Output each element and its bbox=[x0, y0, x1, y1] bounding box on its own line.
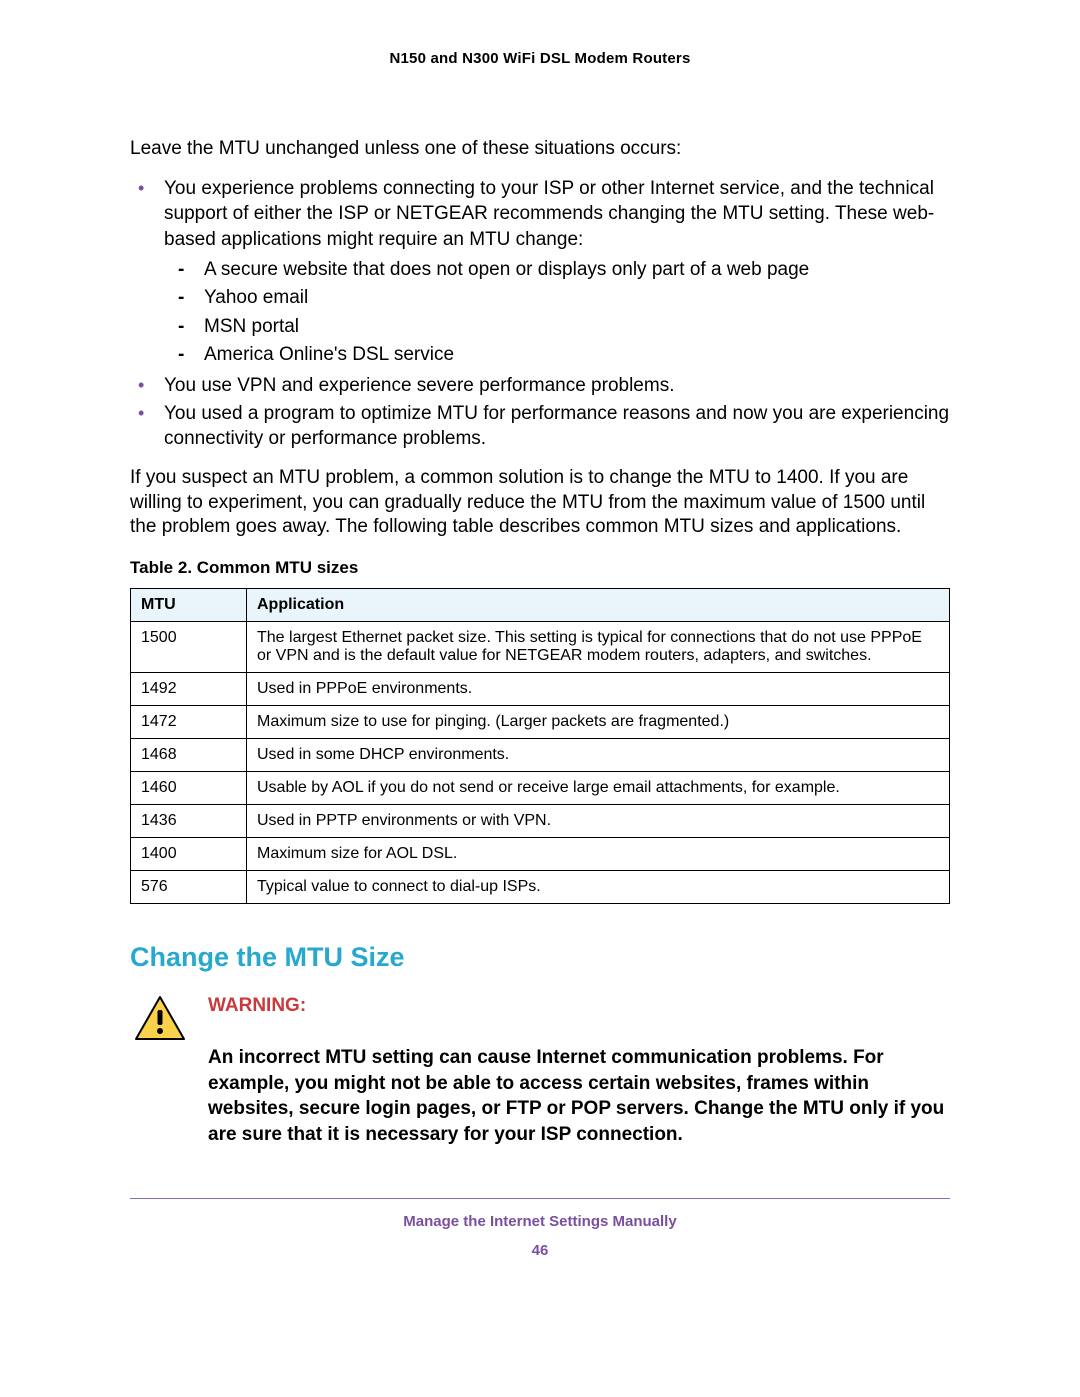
cell-app: Used in PPTP environments or with VPN. bbox=[247, 804, 950, 837]
table-header-mtu: MTU bbox=[131, 588, 247, 621]
cell-mtu: 1436 bbox=[131, 804, 247, 837]
list-item-text: You experience problems connecting to yo… bbox=[164, 178, 934, 250]
table-row: 1492 Used in PPPoE environments. bbox=[131, 672, 950, 705]
cell-mtu: 1400 bbox=[131, 837, 247, 870]
cell-mtu: 1500 bbox=[131, 621, 247, 672]
cell-mtu: 1492 bbox=[131, 672, 247, 705]
cell-app: Usable by AOL if you do not send or rece… bbox=[247, 771, 950, 804]
list-item: You use VPN and experience severe perfor… bbox=[160, 373, 950, 399]
sub-list-item: America Online's DSL service bbox=[200, 342, 950, 369]
table-row: 1436 Used in PPTP environments or with V… bbox=[131, 804, 950, 837]
warning-icon bbox=[134, 995, 186, 1046]
cell-mtu: 1460 bbox=[131, 771, 247, 804]
table-row: 1468 Used in some DHCP environments. bbox=[131, 738, 950, 771]
sub-list-item: Yahoo email bbox=[200, 285, 950, 312]
page-footer: Manage the Internet Settings Manually 46 bbox=[130, 1213, 950, 1259]
table-header-application: Application bbox=[247, 588, 950, 621]
table-row: 1460 Usable by AOL if you do not send or… bbox=[131, 771, 950, 804]
warning-text: An incorrect MTU setting can cause Inter… bbox=[208, 1045, 950, 1148]
sub-list-item: A secure website that does not open or d… bbox=[200, 257, 950, 284]
footer-page-number: 46 bbox=[130, 1242, 950, 1259]
sub-list-item: MSN portal bbox=[200, 314, 950, 341]
cell-app: Used in PPPoE environments. bbox=[247, 672, 950, 705]
cell-app: Used in some DHCP environments. bbox=[247, 738, 950, 771]
table-row: 1400 Maximum size for AOL DSL. bbox=[131, 837, 950, 870]
table-caption: Table 2. Common MTU sizes bbox=[130, 558, 950, 578]
warning-content: WARNING: An incorrect MTU setting can ca… bbox=[208, 995, 950, 1148]
mtu-table: MTU Application 1500 The largest Etherne… bbox=[130, 588, 950, 904]
document-page: N150 and N300 WiFi DSL Modem Routers Lea… bbox=[0, 0, 1080, 1299]
intro-paragraph: Leave the MTU unchanged unless one of th… bbox=[130, 137, 950, 162]
footer-divider bbox=[130, 1198, 950, 1199]
warning-label: WARNING: bbox=[208, 995, 950, 1017]
footer-section-title: Manage the Internet Settings Manually bbox=[130, 1213, 950, 1230]
section-heading-change-mtu: Change the MTU Size bbox=[130, 942, 950, 973]
cell-mtu: 576 bbox=[131, 870, 247, 903]
explanation-paragraph: If you suspect an MTU problem, a common … bbox=[130, 466, 950, 540]
cell-app: Typical value to connect to dial-up ISPs… bbox=[247, 870, 950, 903]
table-row: 576 Typical value to connect to dial-up … bbox=[131, 870, 950, 903]
list-item: You used a program to optimize MTU for p… bbox=[160, 401, 950, 452]
page-header-title: N150 and N300 WiFi DSL Modem Routers bbox=[130, 50, 950, 67]
cell-app: The largest Ethernet packet size. This s… bbox=[247, 621, 950, 672]
table-row: 1500 The largest Ethernet packet size. T… bbox=[131, 621, 950, 672]
table-header-row: MTU Application bbox=[131, 588, 950, 621]
cell-app: Maximum size to use for pinging. (Larger… bbox=[247, 705, 950, 738]
sub-list: A secure website that does not open or d… bbox=[164, 257, 950, 369]
cell-mtu: 1472 bbox=[131, 705, 247, 738]
situation-list: You experience problems connecting to yo… bbox=[130, 176, 950, 452]
warning-box: WARNING: An incorrect MTU setting can ca… bbox=[130, 995, 950, 1148]
list-item: You experience problems connecting to yo… bbox=[160, 176, 950, 369]
cell-mtu: 1468 bbox=[131, 738, 247, 771]
table-row: 1472 Maximum size to use for pinging. (L… bbox=[131, 705, 950, 738]
cell-app: Maximum size for AOL DSL. bbox=[247, 837, 950, 870]
